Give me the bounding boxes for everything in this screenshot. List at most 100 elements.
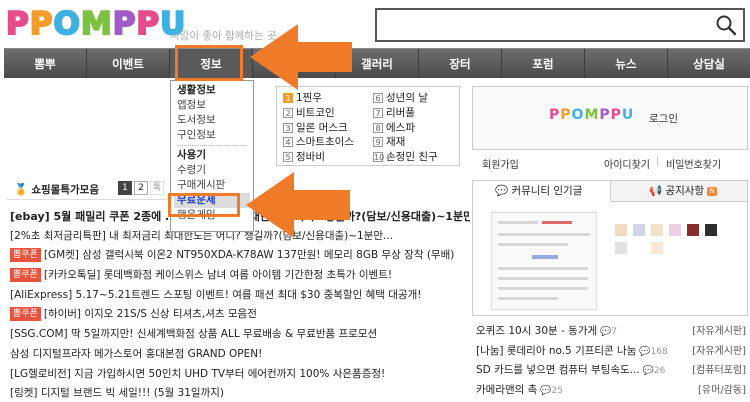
mini-logo-letter: U	[621, 107, 635, 123]
nav-market[interactable]: 장터	[419, 49, 502, 78]
deal-title: [카카오톡딜] 롯데백화점 케이스위스 남녀 여름 아이템 기간한정 초특가 이…	[43, 269, 393, 282]
nav-forum[interactable]: 포럼	[502, 49, 585, 78]
dropdown-item[interactable]: 수령기	[177, 163, 247, 178]
trending-keyword[interactable]: 8 에스파	[373, 121, 438, 136]
trending-keyword[interactable]: 4 스마트초이스	[283, 135, 354, 150]
deal-title: [AliExpress] 5.17~5.21트렌드 스포팅 이벤트! 여름 패션…	[10, 288, 422, 301]
find-password-link[interactable]: 비밀번호찾기	[666, 156, 721, 171]
deal-title: [하이버] 이지오 21S/S 신상 티셔츠,셔츠 모음전	[43, 308, 257, 321]
popular-post-row[interactable]: 오퀴즈 10시 30분 - 동가게 💬7 [자유게시판]	[472, 322, 748, 342]
deal-row[interactable]: [SSG.COM] 딱 5일까지만! 신세계백화점 상품 ALL 무료배송 & …	[10, 325, 470, 345]
comment-count: 💬26	[642, 366, 666, 376]
keyword-label: 스마트초이스	[296, 136, 354, 149]
info-highlight-box	[175, 45, 243, 81]
rank-number: 2	[283, 107, 293, 118]
dropdown-item[interactable]: 사용기	[177, 148, 247, 163]
deal-row[interactable]: [링켓] 디지털 브랜드 빅 세일!!! (5월 31일까지)	[10, 384, 470, 402]
deal-row[interactable]: 삼성 디지털프라자 메가스토어 홍대본점 GRAND OPEN!	[10, 345, 470, 365]
signup-link[interactable]: 회원가입	[482, 156, 519, 171]
nav-consult[interactable]: 상담실	[668, 49, 750, 78]
rank-number: 8	[373, 122, 383, 133]
megaphone-icon: 📢	[649, 185, 663, 197]
deal-title: [링켓] 디지털 브랜드 빅 세일!!! (5월 31일까지)	[10, 387, 224, 400]
nav-ppomppu[interactable]: 뽐뿌	[4, 49, 87, 78]
page-1-button[interactable]: 1	[118, 181, 132, 195]
account-links: 회원가입 아이디찾기 | 비밀번호찾기	[472, 156, 748, 172]
deal-title: [SSG.COM] 딱 5일까지만! 신세계백화점 상품 ALL 무료배송 & …	[10, 328, 378, 341]
deal-row[interactable]: 뽐쿠폰 [카카오톡딜] 롯데백화점 케이스위스 남녀 여름 아이템 기간한정 초특…	[10, 266, 470, 286]
deal-row[interactable]: 뽐쿠폰 [하이버] 이지오 21S/S 신상 티셔츠,셔츠 모음전	[10, 305, 470, 325]
keyword-label: 일론 머스크	[296, 121, 348, 134]
dropdown-item[interactable]: 구인정보	[177, 128, 247, 143]
comment-count: 💬7	[600, 327, 618, 337]
deal-row[interactable]: [AliExpress] 5.17~5.21트렌드 스포팅 이벤트! 여름 패션…	[10, 286, 470, 306]
login-button[interactable]: 로그인	[649, 111, 678, 126]
mini-logo: PPOMPPU	[549, 107, 634, 123]
login-panel: PPOMPPU 로그인	[472, 86, 748, 150]
post-title: [나눔] 롯데리아 no.5 기프티콘 나눔 💬168	[476, 344, 668, 357]
post-title: SD 카드를 넣으면 컴퓨터 부팅속도... 💬26	[476, 364, 666, 376]
tab-notice[interactable]: 📢 공지사항 N	[649, 181, 717, 202]
trending-keyword[interactable]: 2 비트코인	[283, 106, 354, 121]
post-category[interactable]: [컴퓨터포럼]	[692, 361, 746, 381]
deal-row[interactable]: 뽐쿠폰 [GM켓] 삼성 갤럭시북 이온2 NT950XDA-K78AW 137만…	[10, 246, 470, 266]
deal-title: [LG헬로비전] 지금 가입하시면 50인치 UHD TV부터 에어컨까지 10…	[10, 367, 386, 380]
board-tabs: 💬 커뮤니티 인기글 📢 공지사항 N	[472, 180, 748, 202]
popular-post-row[interactable]: 카메라맨의 촉 💬25 [유머/감동]	[472, 381, 748, 401]
search-icon[interactable]	[715, 14, 737, 36]
rank-number: 9	[373, 137, 383, 148]
logo-letter: O	[52, 5, 81, 43]
nav-event[interactable]: 이벤트	[87, 49, 170, 78]
trending-keyword[interactable]: 7 리버풀	[373, 106, 438, 121]
rank-number: 4	[283, 137, 293, 148]
mini-logo-letter: M	[584, 107, 600, 123]
deal-row[interactable]: [LG헬로비전] 지금 가입하시면 50인치 UHD TV부터 에어컨까지 10…	[10, 365, 470, 385]
dropdown-item[interactable]: 생활정보	[177, 83, 247, 98]
nav-news[interactable]: 뉴스	[585, 49, 668, 78]
find-id-link[interactable]: 아이디찾기	[604, 156, 650, 171]
mini-logo-letter: P	[549, 107, 561, 123]
divider: |	[656, 156, 660, 167]
mini-logo-letter: O	[571, 107, 585, 123]
trending-keyword[interactable]: 9 재재	[373, 135, 438, 150]
popular-post-row[interactable]: [나눔] 롯데리아 no.5 기프티콘 나눔 💬168 [자유게시판]	[472, 342, 748, 362]
trending-keyword[interactable]: 6 성년의 날	[373, 91, 438, 106]
page-2-button[interactable]: 2	[134, 181, 148, 195]
tab-community[interactable]: 💬 커뮤니티 인기글	[473, 181, 611, 202]
coupon-tag: 뽐쿠폰	[10, 248, 41, 263]
popular-post-thumbnail[interactable]	[472, 202, 748, 316]
arrow-left-icon	[246, 172, 350, 238]
rank-number: 10	[373, 152, 385, 163]
trending-right-col: 6 성년의 날 7 리버풀 8 에스파 9 재재 10 손정민 친구	[373, 91, 438, 165]
popular-post-row[interactable]: SD 카드를 넣으면 컴퓨터 부팅속도... 💬26 [컴퓨터포럼]	[472, 361, 748, 381]
dropdown-item[interactable]: 앱정보	[177, 98, 247, 113]
deal-title: [GM켓] 삼성 갤럭시북 이온2 NT950XDA-K78AW 137만원! …	[43, 249, 455, 262]
new-badge: N	[707, 187, 717, 196]
post-title: 오퀴즈 10시 30분 - 동가게 💬7	[476, 325, 618, 337]
post-category[interactable]: [유머/감동]	[698, 381, 746, 401]
mini-logo-letter: P	[560, 107, 572, 123]
trending-keyword[interactable]: 5 정바비	[283, 150, 354, 165]
logo-letter: M	[80, 5, 113, 43]
arrow-left-icon	[250, 24, 352, 90]
keyword-label: 재재	[386, 136, 406, 149]
dropdown-item[interactable]: 구매게시판	[177, 178, 247, 193]
trending-keyword[interactable]: 10 손정민 친구	[373, 150, 438, 165]
more-button[interactable]: 톡	[150, 181, 164, 195]
ppomppu-logo[interactable]: PPOMPPU	[5, 5, 186, 43]
trending-left-col: 1 1찐우 2 비트코인 3 일론 머스크 4 스마트초이스 5 정바비	[283, 91, 354, 165]
post-category[interactable]: [자유게시판]	[692, 342, 746, 362]
main-nav: 뽐뿌 이벤트 정보 갤러리 장터 포럼 뉴스 상담실	[4, 48, 750, 78]
fortune-highlight-box	[168, 193, 240, 217]
coupon-tag: 뽐쿠폰	[10, 268, 41, 283]
dropdown-item[interactable]: 도서정보	[177, 113, 247, 128]
search-input[interactable]	[375, 8, 745, 42]
page: PPOMPPU 사람이 좋아 함께하는 곳 뽐뿌 이벤트 정보 갤러리 장터 포…	[0, 0, 750, 402]
deal-title: 삼성 디지털프라자 메가스토어 홍대본점 GRAND OPEN!	[10, 347, 263, 360]
keyword-label: 성년의 날	[386, 92, 428, 104]
post-category[interactable]: [자유게시판]	[692, 322, 746, 342]
comment-count: 💬25	[540, 385, 563, 396]
shopping-deals-list: [ebay] 5월 패밀리 쿠폰 2종에 ... 내 최저금리 최대한도는 어디…	[10, 207, 470, 402]
rank-number: 3	[283, 122, 293, 133]
trending-keyword[interactable]: 3 일론 머스크	[283, 121, 354, 136]
